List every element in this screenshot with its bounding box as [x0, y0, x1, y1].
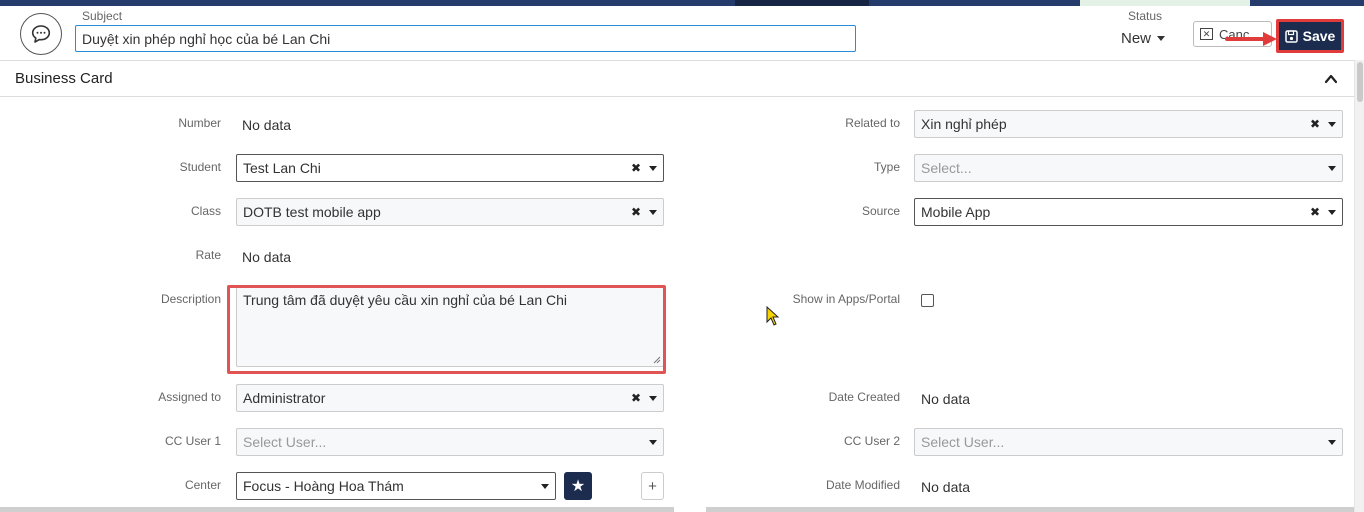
type-placeholder: Select...: [921, 160, 972, 176]
show-in-apps-checkbox[interactable]: [921, 294, 934, 307]
cc-user-1-placeholder: Select User...: [243, 434, 327, 450]
status-dropdown[interactable]: New: [1121, 30, 1166, 47]
add-center-button[interactable]: +: [641, 472, 664, 500]
related-to-select[interactable]: Xin nghỉ phép ✖: [914, 110, 1343, 138]
save-label: Save: [1302, 28, 1336, 44]
clear-icon[interactable]: ✖: [631, 205, 641, 219]
record-header: Subject Status New ✕ Canc Save: [0, 6, 1364, 60]
source-value: Mobile App: [921, 204, 991, 220]
related-to-label: Related to: [845, 116, 900, 130]
resize-handle-icon[interactable]: [653, 356, 661, 364]
assigned-to-label: Assigned to: [158, 390, 221, 404]
mouse-cursor-icon: [766, 306, 780, 326]
description-textarea[interactable]: Trung tâm đã duyệt yêu cầu xin nghỉ của …: [236, 287, 664, 367]
source-select[interactable]: Mobile App ✖: [914, 198, 1343, 226]
chat-bubble-icon: [31, 25, 51, 43]
rate-value: No data: [242, 249, 292, 265]
center-label: Center: [184, 478, 221, 492]
chevron-down-icon[interactable]: [649, 165, 657, 171]
chevron-down-icon: [1157, 36, 1166, 41]
number-value: No data: [242, 117, 292, 133]
cc-user-2-select[interactable]: Select User...: [914, 428, 1343, 456]
chevron-down-icon[interactable]: [1328, 121, 1336, 127]
type-label: Type: [873, 160, 900, 174]
student-label: Student: [179, 160, 221, 174]
type-select[interactable]: Select...: [914, 154, 1343, 182]
chevron-down-icon[interactable]: [649, 209, 657, 215]
subject-input[interactable]: [75, 25, 856, 52]
clear-icon[interactable]: ✖: [631, 391, 641, 405]
class-select[interactable]: DOTB test mobile app ✖: [236, 198, 664, 226]
show-in-apps-label: Show in Apps/Portal: [792, 292, 900, 306]
chat-button[interactable]: [20, 13, 62, 55]
chevron-down-icon[interactable]: [649, 439, 657, 445]
cc-user-2-label: CC User 2: [843, 434, 900, 448]
description-label: Description: [160, 292, 221, 306]
source-label: Source: [861, 204, 900, 218]
date-created-value: No data: [921, 391, 971, 407]
floppy-disk-icon: [1284, 29, 1298, 43]
close-box-icon: ✕: [1200, 28, 1213, 40]
number-label: Number: [178, 116, 221, 130]
date-modified-label: Date Modified: [825, 478, 900, 492]
status-label: Status: [1128, 9, 1163, 23]
plus-icon: +: [648, 477, 657, 495]
clear-icon[interactable]: ✖: [1310, 205, 1320, 219]
annotation-arrow-icon: [1225, 32, 1277, 46]
center-select[interactable]: Focus - Hoàng Hoa Thám: [236, 472, 556, 500]
class-value: DOTB test mobile app: [243, 204, 381, 220]
description-value: Trung tâm đã duyệt yêu cầu xin nghỉ của …: [243, 292, 568, 308]
section-title: Business Card: [15, 70, 113, 87]
favorite-center-button[interactable]: ★: [564, 472, 592, 500]
star-icon: ★: [570, 478, 586, 495]
cc-user-1-select[interactable]: Select User...: [236, 428, 664, 456]
subject-label: Subject: [82, 9, 123, 23]
date-modified-value: No data: [921, 479, 971, 495]
vertical-scrollbar[interactable]: [1354, 60, 1364, 512]
business-card-panel-header[interactable]: Business Card: [0, 60, 1354, 97]
scrollbar-thumb[interactable]: [1357, 62, 1363, 102]
clear-icon[interactable]: ✖: [1310, 117, 1320, 131]
date-created-label: Date Created: [828, 390, 900, 404]
center-value: Focus - Hoàng Hoa Thám: [243, 478, 404, 494]
scrollbar-knob[interactable]: [674, 507, 706, 512]
class-label: Class: [190, 204, 221, 218]
horizontal-scrollbar[interactable]: [0, 507, 1354, 512]
rate-label: Rate: [195, 248, 221, 262]
chevron-down-icon[interactable]: [541, 483, 549, 489]
save-button[interactable]: Save: [1276, 19, 1344, 53]
chevron-down-icon[interactable]: [649, 395, 657, 401]
status-value: New: [1121, 30, 1152, 47]
cc-user-2-placeholder: Select User...: [921, 434, 1005, 450]
chevron-down-icon[interactable]: [1328, 439, 1336, 445]
clear-icon[interactable]: ✖: [631, 161, 641, 175]
cc-user-1-label: CC User 1: [164, 434, 221, 448]
assigned-to-select[interactable]: Administrator ✖: [236, 384, 664, 412]
student-select[interactable]: Test Lan Chi ✖: [236, 154, 664, 182]
student-value: Test Lan Chi: [243, 160, 321, 176]
chevron-down-icon[interactable]: [1328, 165, 1336, 171]
chevron-up-icon[interactable]: [1324, 72, 1338, 86]
related-to-value: Xin nghỉ phép: [921, 116, 1007, 132]
chevron-down-icon[interactable]: [1328, 209, 1336, 215]
assigned-to-value: Administrator: [243, 390, 326, 406]
